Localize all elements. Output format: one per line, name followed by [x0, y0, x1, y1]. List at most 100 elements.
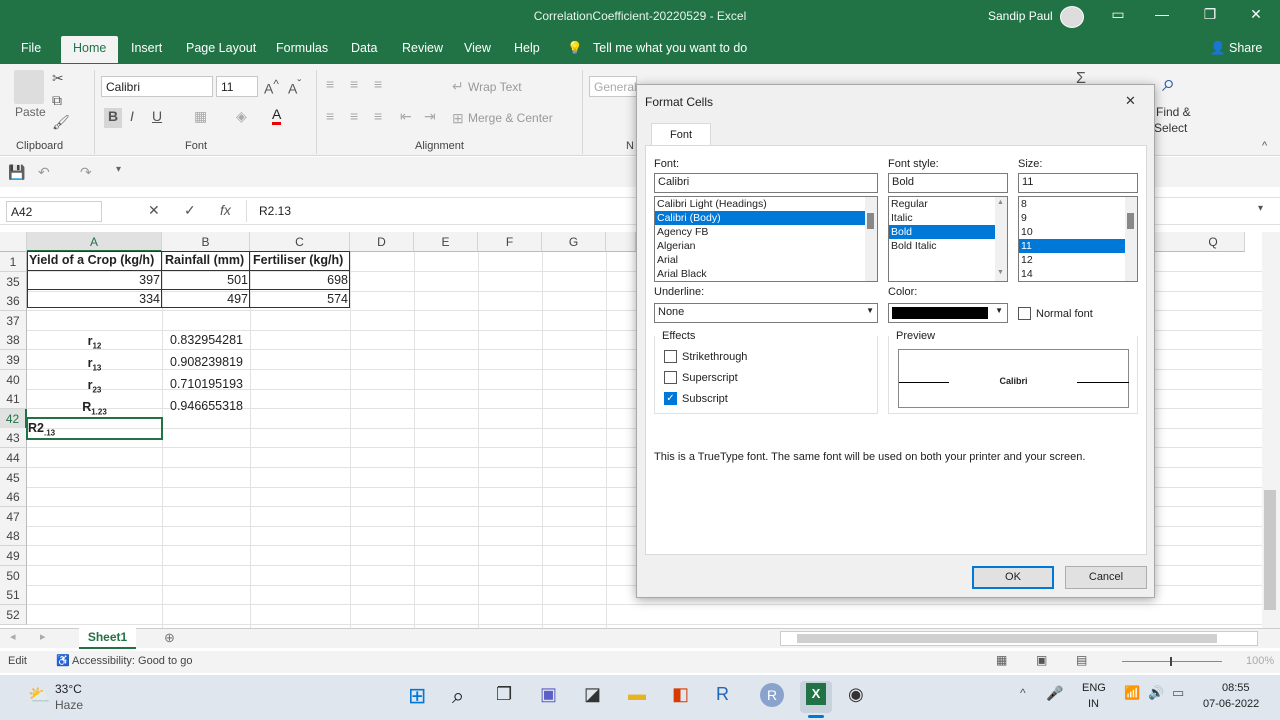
tab-help[interactable]: Help	[514, 41, 540, 55]
row-header[interactable]: 36	[0, 291, 27, 312]
file-explorer-icon[interactable]: ▬	[628, 684, 646, 705]
cell-a40[interactable]: r23	[27, 378, 162, 395]
office-icon[interactable]: ◧	[672, 684, 689, 705]
font-list-item[interactable]: Calibri Light (Headings)	[655, 197, 877, 211]
style-list-item[interactable]: Bold	[889, 225, 1007, 239]
copy-icon[interactable]: ⧉	[52, 92, 62, 109]
row-header[interactable]: 45	[0, 467, 27, 488]
tab-formulas[interactable]: Formulas	[276, 41, 328, 55]
excel-taskbar-icon[interactable]: X	[806, 683, 826, 705]
notes-app-icon[interactable]: ◪	[584, 684, 601, 705]
normal-font-label[interactable]: Normal font	[1036, 308, 1093, 320]
outdent-icon[interactable]: ⇥	[424, 108, 436, 125]
close-icon[interactable]: ✕	[1246, 6, 1266, 23]
align-top-icon[interactable]: ≡	[326, 76, 334, 92]
color-select[interactable]: ▼	[888, 303, 1008, 323]
style-list-item[interactable]: Regular	[889, 197, 1007, 211]
size-list-item[interactable]: 9	[1019, 211, 1137, 225]
insert-function-icon[interactable]: fx	[220, 202, 231, 218]
cancel-button[interactable]: Cancel	[1065, 566, 1147, 589]
weather-temp[interactable]: 33°C	[55, 682, 82, 696]
enter-entry-icon[interactable]: ✓	[184, 202, 196, 219]
align-middle-icon[interactable]: ≡	[350, 76, 358, 92]
cell-b35[interactable]: 501	[164, 273, 248, 287]
font-list[interactable]: Calibri Light (Headings) Calibri (Body) Ag…	[654, 196, 878, 282]
cell-c36[interactable]: 574	[252, 292, 348, 306]
tell-me-search[interactable]: Tell me what you want to do	[593, 41, 747, 55]
customize-qat-icon[interactable]: ▾	[116, 164, 121, 175]
row-header[interactable]: 42	[0, 408, 27, 429]
obs-icon[interactable]: ◉	[848, 684, 864, 705]
row-header[interactable]: 51	[0, 585, 27, 606]
font-color-icon[interactable]: A	[272, 106, 282, 125]
header-fertiliser[interactable]: Fertiliser (kg/h)	[253, 253, 343, 267]
next-sheet-icon[interactable]: ▸	[40, 630, 46, 643]
select-all-corner[interactable]	[0, 232, 27, 252]
row-header[interactable]: 46	[0, 487, 27, 508]
redo-icon[interactable]: ↷	[80, 164, 92, 181]
collapse-ribbon-icon[interactable]: ^	[1262, 140, 1267, 152]
weather-desc[interactable]: Haze	[55, 698, 83, 712]
restore-icon[interactable]: ❐	[1200, 6, 1220, 23]
sheet-tab-sheet1[interactable]: Sheet1	[79, 628, 136, 649]
language-1[interactable]: ENG	[1082, 682, 1106, 694]
font-list-item[interactable]: Calibri (Body)	[655, 211, 877, 225]
underline-icon[interactable]: U	[152, 108, 162, 124]
font-style-input[interactable]: Bold	[888, 173, 1008, 193]
column-header-g[interactable]: G	[542, 232, 606, 252]
share-button[interactable]: Share	[1229, 41, 1262, 55]
r-app-icon[interactable]: R	[716, 684, 729, 705]
font-size-box[interactable]: 11	[216, 76, 258, 97]
tab-view[interactable]: View	[464, 41, 491, 55]
borders-icon[interactable]: ▦	[194, 108, 207, 125]
subscript-label[interactable]: Subscript	[682, 393, 728, 405]
row-header[interactable]: 50	[0, 565, 27, 586]
normal-font-checkbox[interactable]	[1018, 307, 1031, 320]
tab-data[interactable]: Data	[351, 41, 377, 55]
font-list-item[interactable]: Algerian	[655, 239, 877, 253]
style-list-item[interactable]: Bold Italic	[889, 239, 1007, 253]
cell-b38[interactable]: 0.832954281	[170, 333, 243, 347]
font-style-list[interactable]: Regular Italic Bold Bold Italic ▲ ▼	[888, 196, 1008, 282]
tab-insert[interactable]: Insert	[131, 41, 162, 55]
column-header-d[interactable]: D	[350, 232, 414, 252]
row-header[interactable]: 43	[0, 428, 27, 449]
formula-input[interactable]: R2.13	[259, 204, 291, 218]
avatar[interactable]	[1060, 6, 1084, 28]
decrease-font-icon[interactable]: Aˇ	[288, 78, 301, 97]
tab-review[interactable]: Review	[402, 41, 443, 55]
font-list-item[interactable]: Arial	[655, 253, 877, 267]
paste-label[interactable]: Paste	[15, 105, 46, 119]
size-list[interactable]: 8 9 10 11 12 14	[1018, 196, 1138, 282]
column-header-b[interactable]: B	[162, 232, 250, 252]
tab-font[interactable]: Font	[651, 123, 711, 146]
subscript-checkbox[interactable]: ✓	[664, 392, 677, 405]
merge-center-button[interactable]: Merge & Center	[468, 111, 553, 125]
language-2[interactable]: IN	[1088, 698, 1099, 710]
font-list-item[interactable]: Arial Black	[655, 267, 877, 281]
font-name-input[interactable]: Calibri	[654, 173, 878, 193]
dialog-close-icon[interactable]: ✕	[1125, 93, 1136, 109]
row-header[interactable]: 35	[0, 271, 27, 292]
cell-b41[interactable]: 0.946655318	[170, 399, 243, 413]
rstudio-icon[interactable]: R	[760, 683, 784, 707]
increase-font-icon[interactable]: A^	[264, 78, 279, 97]
cell-a39[interactable]: r13	[27, 356, 162, 373]
number-format-box[interactable]: General	[589, 76, 637, 97]
size-input[interactable]: 11	[1018, 173, 1138, 193]
prev-sheet-icon[interactable]: ◂	[10, 630, 16, 643]
row-header[interactable]: 44	[0, 448, 27, 468]
row-header[interactable]: 52	[0, 604, 27, 625]
volume-icon[interactable]: 🔊	[1148, 685, 1164, 701]
clock-time[interactable]: 08:55	[1222, 682, 1250, 694]
indent-icon[interactable]: ⇤	[400, 108, 412, 125]
page-layout-view-icon[interactable]: ▣	[1036, 653, 1047, 667]
style-list-item[interactable]: Italic	[889, 211, 1007, 225]
microphone-icon[interactable]: 🎤	[1046, 685, 1063, 702]
tab-home[interactable]: Home	[61, 36, 119, 63]
cell-a36[interactable]: 334	[29, 292, 160, 306]
size-list-item[interactable]: 11	[1019, 239, 1137, 253]
row-header[interactable]: 38	[0, 330, 27, 351]
cell-b40[interactable]: 0.710195193	[170, 377, 243, 391]
name-box[interactable]: A42	[6, 201, 102, 222]
